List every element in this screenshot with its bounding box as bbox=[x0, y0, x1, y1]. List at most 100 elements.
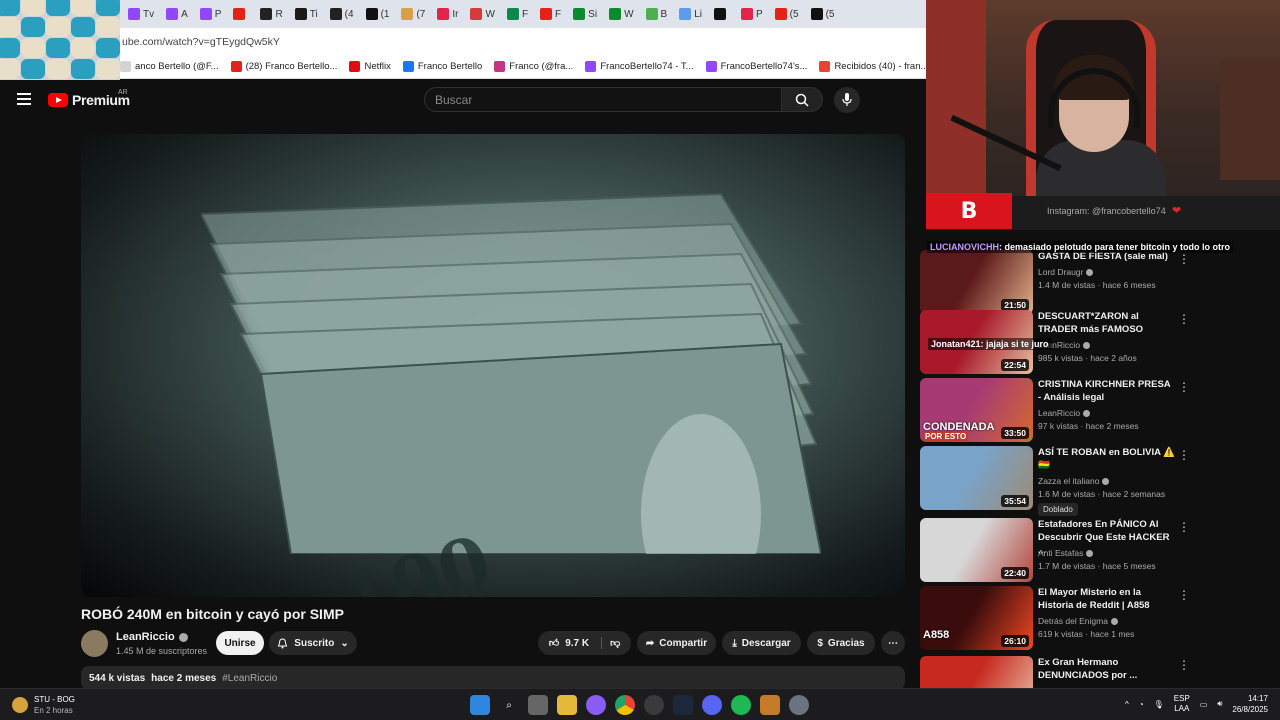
recommendation-channel[interactable]: Detrás del Enigma bbox=[1038, 616, 1118, 626]
bookmark-item[interactable]: Netflix bbox=[349, 61, 391, 72]
browser-tab[interactable]: P bbox=[737, 3, 767, 25]
language-indicator[interactable]: ESP LAA bbox=[1174, 694, 1190, 714]
recommendation-channel[interactable]: Zazza el italiano bbox=[1038, 476, 1110, 486]
app-icon[interactable] bbox=[586, 695, 606, 715]
recommendation-title[interactable]: Ex Gran Hermano DENUNCIADOS por ... bbox=[1038, 656, 1176, 682]
address-bar[interactable]: ube.com/watch?v=gTEygdQw5kY bbox=[0, 28, 926, 55]
more-options-icon[interactable]: ⋮ bbox=[1178, 658, 1190, 672]
discord-icon[interactable] bbox=[702, 695, 722, 715]
chevron-up-icon[interactable]: ^ bbox=[1125, 700, 1129, 709]
more-options-icon[interactable]: ⋮ bbox=[1178, 448, 1190, 462]
recommendation-channel[interactable]: Lord Draugr bbox=[1038, 267, 1094, 277]
like-dislike-group[interactable]: 👍︎ 9.7 K 👎︎ bbox=[538, 631, 631, 655]
recommendation-channel[interactable]: LeanRiccio bbox=[1038, 408, 1091, 418]
monitor-icon[interactable]: ▭ bbox=[1200, 700, 1208, 709]
bookmark-item[interactable]: FrancoBertello74's... bbox=[705, 61, 807, 72]
weather-icon bbox=[12, 697, 28, 713]
video-player[interactable]: 100 FEDERAL RESE bbox=[81, 134, 905, 597]
bookmark-item[interactable]: anco Bertello (@F... bbox=[120, 61, 219, 72]
browser-tab[interactable]: (5 bbox=[771, 3, 803, 25]
thanks-button[interactable]: $ Gracias bbox=[807, 631, 875, 655]
app-icon[interactable] bbox=[760, 695, 780, 715]
bookmark-item[interactable]: Franco Bertello bbox=[402, 61, 482, 72]
money-stack-illustration bbox=[201, 192, 821, 554]
browser-tab[interactable]: (1 bbox=[362, 3, 394, 25]
hashtag-link[interactable]: #LeanRiccio bbox=[222, 673, 277, 684]
file-explorer-icon[interactable] bbox=[557, 695, 577, 715]
recommendation-item[interactable]: 22:40 Estafadores En PÁNICO Al Descubrir … bbox=[920, 518, 1270, 582]
browser-tab[interactable]: (4 bbox=[326, 3, 358, 25]
chrome-icon[interactable] bbox=[615, 695, 635, 715]
browser-tab[interactable] bbox=[229, 3, 252, 25]
browser-tab[interactable] bbox=[710, 3, 733, 25]
search-icon[interactable]: ⌕ bbox=[499, 695, 519, 715]
more-actions-button[interactable]: ⋯ bbox=[881, 631, 905, 655]
search-button[interactable] bbox=[781, 87, 823, 112]
spotify-icon[interactable] bbox=[731, 695, 751, 715]
recommendation-item[interactable]: CONDENADA POR ESTO 33:50 CRISTINA KIRCHNER … bbox=[920, 378, 1270, 442]
menu-icon[interactable] bbox=[17, 93, 31, 105]
weather-widget[interactable]: STU - BOG En 2 horas bbox=[12, 694, 75, 716]
recommendation-title[interactable]: El Mayor Misterio en la Historia de Redd… bbox=[1038, 586, 1176, 612]
clock[interactable]: 14:17 26/8/2025 bbox=[1232, 693, 1268, 715]
video-thumbnail[interactable]: A858 26:10 bbox=[920, 586, 1033, 650]
bookmark-item[interactable]: Recibidos (40) - fran... bbox=[819, 61, 926, 72]
task-view-icon[interactable] bbox=[528, 695, 548, 715]
app-icon[interactable] bbox=[644, 695, 664, 715]
channel-name[interactable]: LeanRiccio bbox=[116, 631, 188, 643]
bookmark-item[interactable]: FrancoBertello74 - T... bbox=[585, 61, 694, 72]
browser-tab[interactable]: R bbox=[256, 3, 286, 25]
video-thumbnail[interactable]: 21:50 bbox=[920, 250, 1033, 314]
settings-icon[interactable] bbox=[789, 695, 809, 715]
browser-tab[interactable]: W bbox=[466, 3, 498, 25]
browser-tab[interactable]: Ti bbox=[291, 3, 322, 25]
steam-icon[interactable] bbox=[673, 695, 693, 715]
bookmark-item[interactable]: Franco (@fra... bbox=[494, 61, 573, 72]
more-options-icon[interactable]: ⋮ bbox=[1178, 380, 1190, 394]
browser-tab[interactable]: A bbox=[162, 3, 192, 25]
more-options-icon[interactable]: ⋮ bbox=[1178, 588, 1190, 602]
browser-tab[interactable]: W bbox=[605, 3, 637, 25]
browser-tab[interactable]: (7 bbox=[397, 3, 429, 25]
recommendation-channel[interactable]: Anti Estafas bbox=[1038, 548, 1094, 558]
channel-avatar[interactable] bbox=[81, 630, 108, 657]
browser-tab[interactable]: Si bbox=[569, 3, 601, 25]
browser-tab[interactable]: P bbox=[196, 3, 226, 25]
browser-tab[interactable]: Tv bbox=[124, 3, 158, 25]
thumbs-down-icon[interactable]: 👎︎ bbox=[601, 637, 620, 649]
recommendation-item[interactable]: A858 26:10 El Mayor Misterio en la Histori… bbox=[920, 586, 1270, 650]
browser-tab[interactable]: B bbox=[642, 3, 672, 25]
join-button[interactable]: Unirse bbox=[216, 631, 264, 655]
browser-tab[interactable]: Li bbox=[675, 3, 706, 25]
microphone-icon[interactable]: 🎙︎ bbox=[1154, 700, 1164, 709]
tab-favicon-icon bbox=[810, 8, 823, 20]
search-input[interactable]: Buscar bbox=[424, 87, 782, 112]
video-thumbnail[interactable]: CONDENADA POR ESTO 33:50 bbox=[920, 378, 1033, 442]
recommendation-title[interactable]: ASÍ TE ROBAN en BOLIVIA ⚠️ 🇧🇴 bbox=[1038, 446, 1176, 472]
more-options-icon[interactable]: ⋮ bbox=[1178, 252, 1190, 266]
browser-tab[interactable]: F bbox=[536, 3, 565, 25]
volume-icon[interactable]: 🔊︎ bbox=[1217, 699, 1222, 709]
description-box[interactable]: 544 k vistas hace 2 meses #LeanRiccio bbox=[81, 666, 905, 690]
windows-start-icon[interactable] bbox=[470, 695, 490, 715]
verified-icon bbox=[1086, 268, 1094, 276]
recommendation-meta: 619 k vistas · hace 1 mes bbox=[1038, 629, 1135, 639]
share-button[interactable]: ➦ Compartir bbox=[637, 631, 716, 655]
recommendation-title[interactable]: DESCUART*ZARON al TRADER más FAMOSO bbox=[1038, 310, 1176, 336]
subscribed-button[interactable]: Suscrito ⌄ bbox=[269, 631, 357, 655]
thumbs-up-icon[interactable]: 👍︎ bbox=[549, 637, 559, 649]
browser-tab[interactable]: F bbox=[503, 3, 532, 25]
download-button[interactable]: ⤓ Descargar bbox=[722, 631, 801, 655]
browser-tab[interactable]: (5 bbox=[807, 3, 839, 25]
video-thumbnail[interactable]: 35:54 bbox=[920, 446, 1033, 510]
recommendation-item[interactable]: 35:54 ASÍ TE ROBAN en BOLIVIA ⚠️ 🇧🇴 Zazza … bbox=[920, 446, 1270, 516]
browser-tab[interactable]: Ir bbox=[433, 3, 462, 25]
more-options-icon[interactable]: ⋮ bbox=[1178, 312, 1190, 326]
voice-search-button[interactable] bbox=[834, 87, 860, 113]
bookmark-item[interactable]: (28) Franco Bertello... bbox=[230, 61, 337, 72]
network-icon[interactable]: ◔ bbox=[1139, 700, 1144, 709]
recommendation-title[interactable]: CRISTINA KIRCHNER PRESA - Análisis legal bbox=[1038, 378, 1176, 404]
recommendation-item[interactable]: 21:50 GASTA DE FIESTA (sale mal) Lord Drau… bbox=[920, 250, 1270, 314]
video-thumbnail[interactable]: 22:40 bbox=[920, 518, 1033, 582]
more-options-icon[interactable]: ⋮ bbox=[1178, 520, 1190, 534]
